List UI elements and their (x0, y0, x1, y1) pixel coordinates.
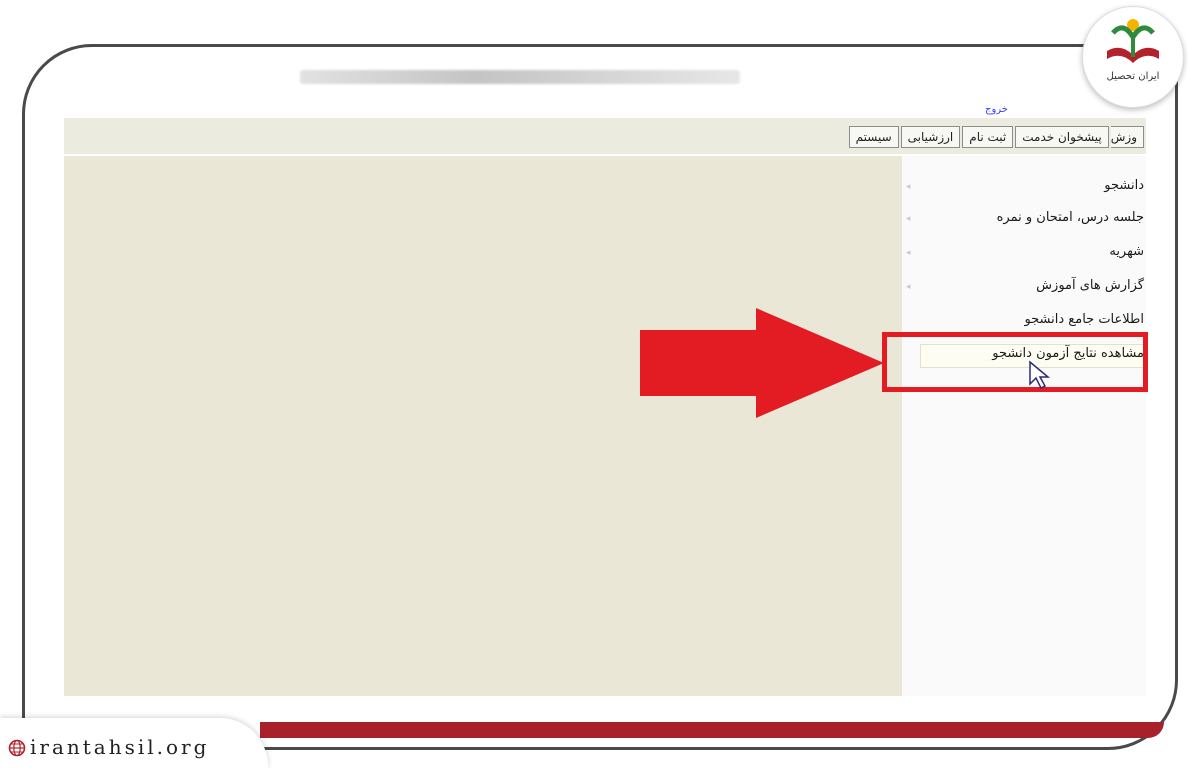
sidebar-item-class-exam-grade[interactable]: جلسه درس، امتحان و نمره (997, 210, 1144, 225)
sidebar-item-student-info[interactable]: اطلاعات جامع دانشجو (1024, 312, 1144, 327)
logout-link[interactable]: خروج (985, 104, 1008, 115)
sidebar-item-tuition[interactable]: شهریه (1109, 244, 1144, 259)
sidebar-item-student[interactable]: دانشجو (1104, 178, 1144, 193)
mouse-cursor-icon (1029, 360, 1051, 390)
tab-education[interactable]: وزش (1110, 126, 1144, 148)
sidebar-item-education-reports[interactable]: گزارش های آموزش (1036, 278, 1144, 293)
expand-icon: ◂ (906, 248, 911, 258)
tab-registration[interactable]: ثبت نام (962, 126, 1014, 148)
brand-logo: ایران تحصیل (1082, 6, 1184, 108)
book-tree-icon (1107, 19, 1159, 63)
highlight-box (882, 332, 1148, 392)
main-content-area (64, 156, 902, 696)
globe-icon (8, 739, 26, 757)
blurred-page-title (300, 70, 740, 84)
expand-icon: ◂ (906, 214, 911, 224)
arrow-right-icon (640, 308, 884, 418)
tab-system[interactable]: سیستم (848, 126, 899, 148)
tab-evaluation[interactable]: ارزشیابی (900, 126, 961, 148)
expand-icon: ◂ (906, 182, 911, 192)
watermark-text: irantahsil.org (30, 735, 210, 759)
sidebar (902, 156, 1146, 696)
expand-icon: ◂ (906, 282, 911, 292)
logo-text: ایران تحصیل (1106, 71, 1160, 82)
tab-service-desk[interactable]: پیشخوان خدمت (1015, 126, 1109, 148)
top-tabs: وزش پیشخوان خدمت ثبت نام ارزشیابی سیستم (848, 126, 1144, 148)
decorative-band (260, 722, 1164, 738)
